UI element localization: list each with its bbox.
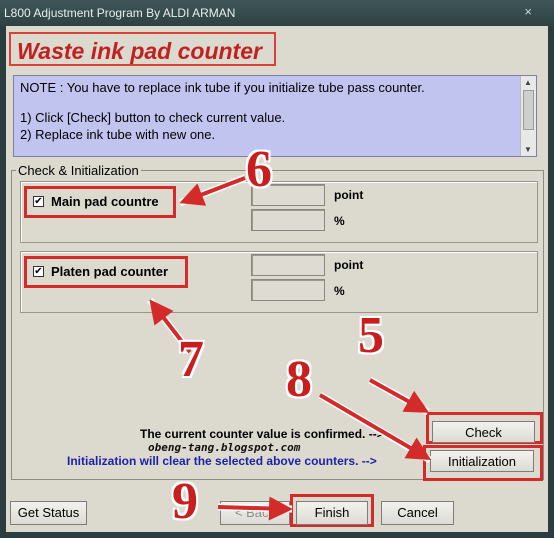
- window-title: L800 Adjustment Program By ALDI ARMAN: [4, 6, 236, 20]
- main-pad-percent-field: [251, 209, 325, 231]
- scroll-up-icon[interactable]: ▲: [524, 78, 532, 87]
- initialization-button[interactable]: Initialization: [430, 450, 534, 472]
- check-button[interactable]: Check: [432, 421, 535, 443]
- platen-pad-highlight: ✔ Platen pad counter: [24, 256, 188, 288]
- platen-pad-point-unit: point: [334, 258, 364, 272]
- dialog-body: Waste ink pad counter NOTE : You have to…: [6, 26, 548, 532]
- watermark-text: obeng-tang.blogspot.com: [148, 441, 301, 454]
- page-title: Waste ink pad counter: [17, 38, 262, 64]
- group-label: Check & Initialization: [16, 163, 141, 178]
- page-title-frame: Waste ink pad counter: [9, 32, 276, 66]
- callout-7: 7: [178, 331, 204, 388]
- scroll-down-icon[interactable]: ▼: [524, 145, 532, 154]
- platen-pad-point-field: [251, 254, 325, 276]
- note-textbox[interactable]: NOTE : You have to replace ink tube if y…: [13, 75, 537, 157]
- callout-8: 8: [286, 351, 312, 408]
- platen-pad-checkbox[interactable]: ✔: [33, 266, 44, 277]
- callout-5: 5: [358, 307, 384, 364]
- callout-9: 9: [172, 473, 198, 530]
- finish-button[interactable]: Finish: [296, 501, 368, 525]
- scroll-thumb[interactable]: [523, 90, 534, 130]
- get-status-button[interactable]: Get Status: [10, 501, 87, 525]
- platen-pad-percent-field: [251, 279, 325, 301]
- title-bar: L800 Adjustment Program By ALDI ARMAN ×: [0, 0, 554, 26]
- cancel-button[interactable]: Cancel: [381, 501, 454, 525]
- platen-pad-percent-unit: %: [334, 284, 345, 298]
- note-line-3: 2) Replace ink tube with new one.: [20, 127, 216, 142]
- main-pad-checkbox[interactable]: ✔: [33, 196, 44, 207]
- status-clear-text: Initialization will clear the selected a…: [67, 454, 377, 468]
- main-pad-highlight: ✔ Main pad countre: [24, 186, 176, 218]
- note-scrollbar[interactable]: ▲ ▼: [520, 76, 536, 156]
- note-line-1: NOTE : You have to replace ink tube if y…: [20, 80, 425, 95]
- callout-6: 6: [246, 141, 272, 198]
- platen-pad-label: Platen pad counter: [51, 264, 169, 279]
- close-icon[interactable]: ×: [524, 4, 532, 19]
- status-confirmed-text: The current counter value is confirmed. …: [140, 427, 384, 441]
- main-pad-label: Main pad countre: [51, 194, 159, 209]
- main-pad-panel: ✔ Main pad countre point %: [20, 181, 538, 243]
- main-pad-percent-unit: %: [334, 214, 345, 228]
- main-pad-point-unit: point: [334, 188, 364, 202]
- adjustment-window: L800 Adjustment Program By ALDI ARMAN × …: [0, 0, 554, 538]
- note-line-2: 1) Click [Check] button to check current…: [20, 110, 286, 125]
- platen-pad-panel: ✔ Platen pad counter point %: [20, 251, 538, 313]
- back-button[interactable]: < Back: [220, 501, 290, 525]
